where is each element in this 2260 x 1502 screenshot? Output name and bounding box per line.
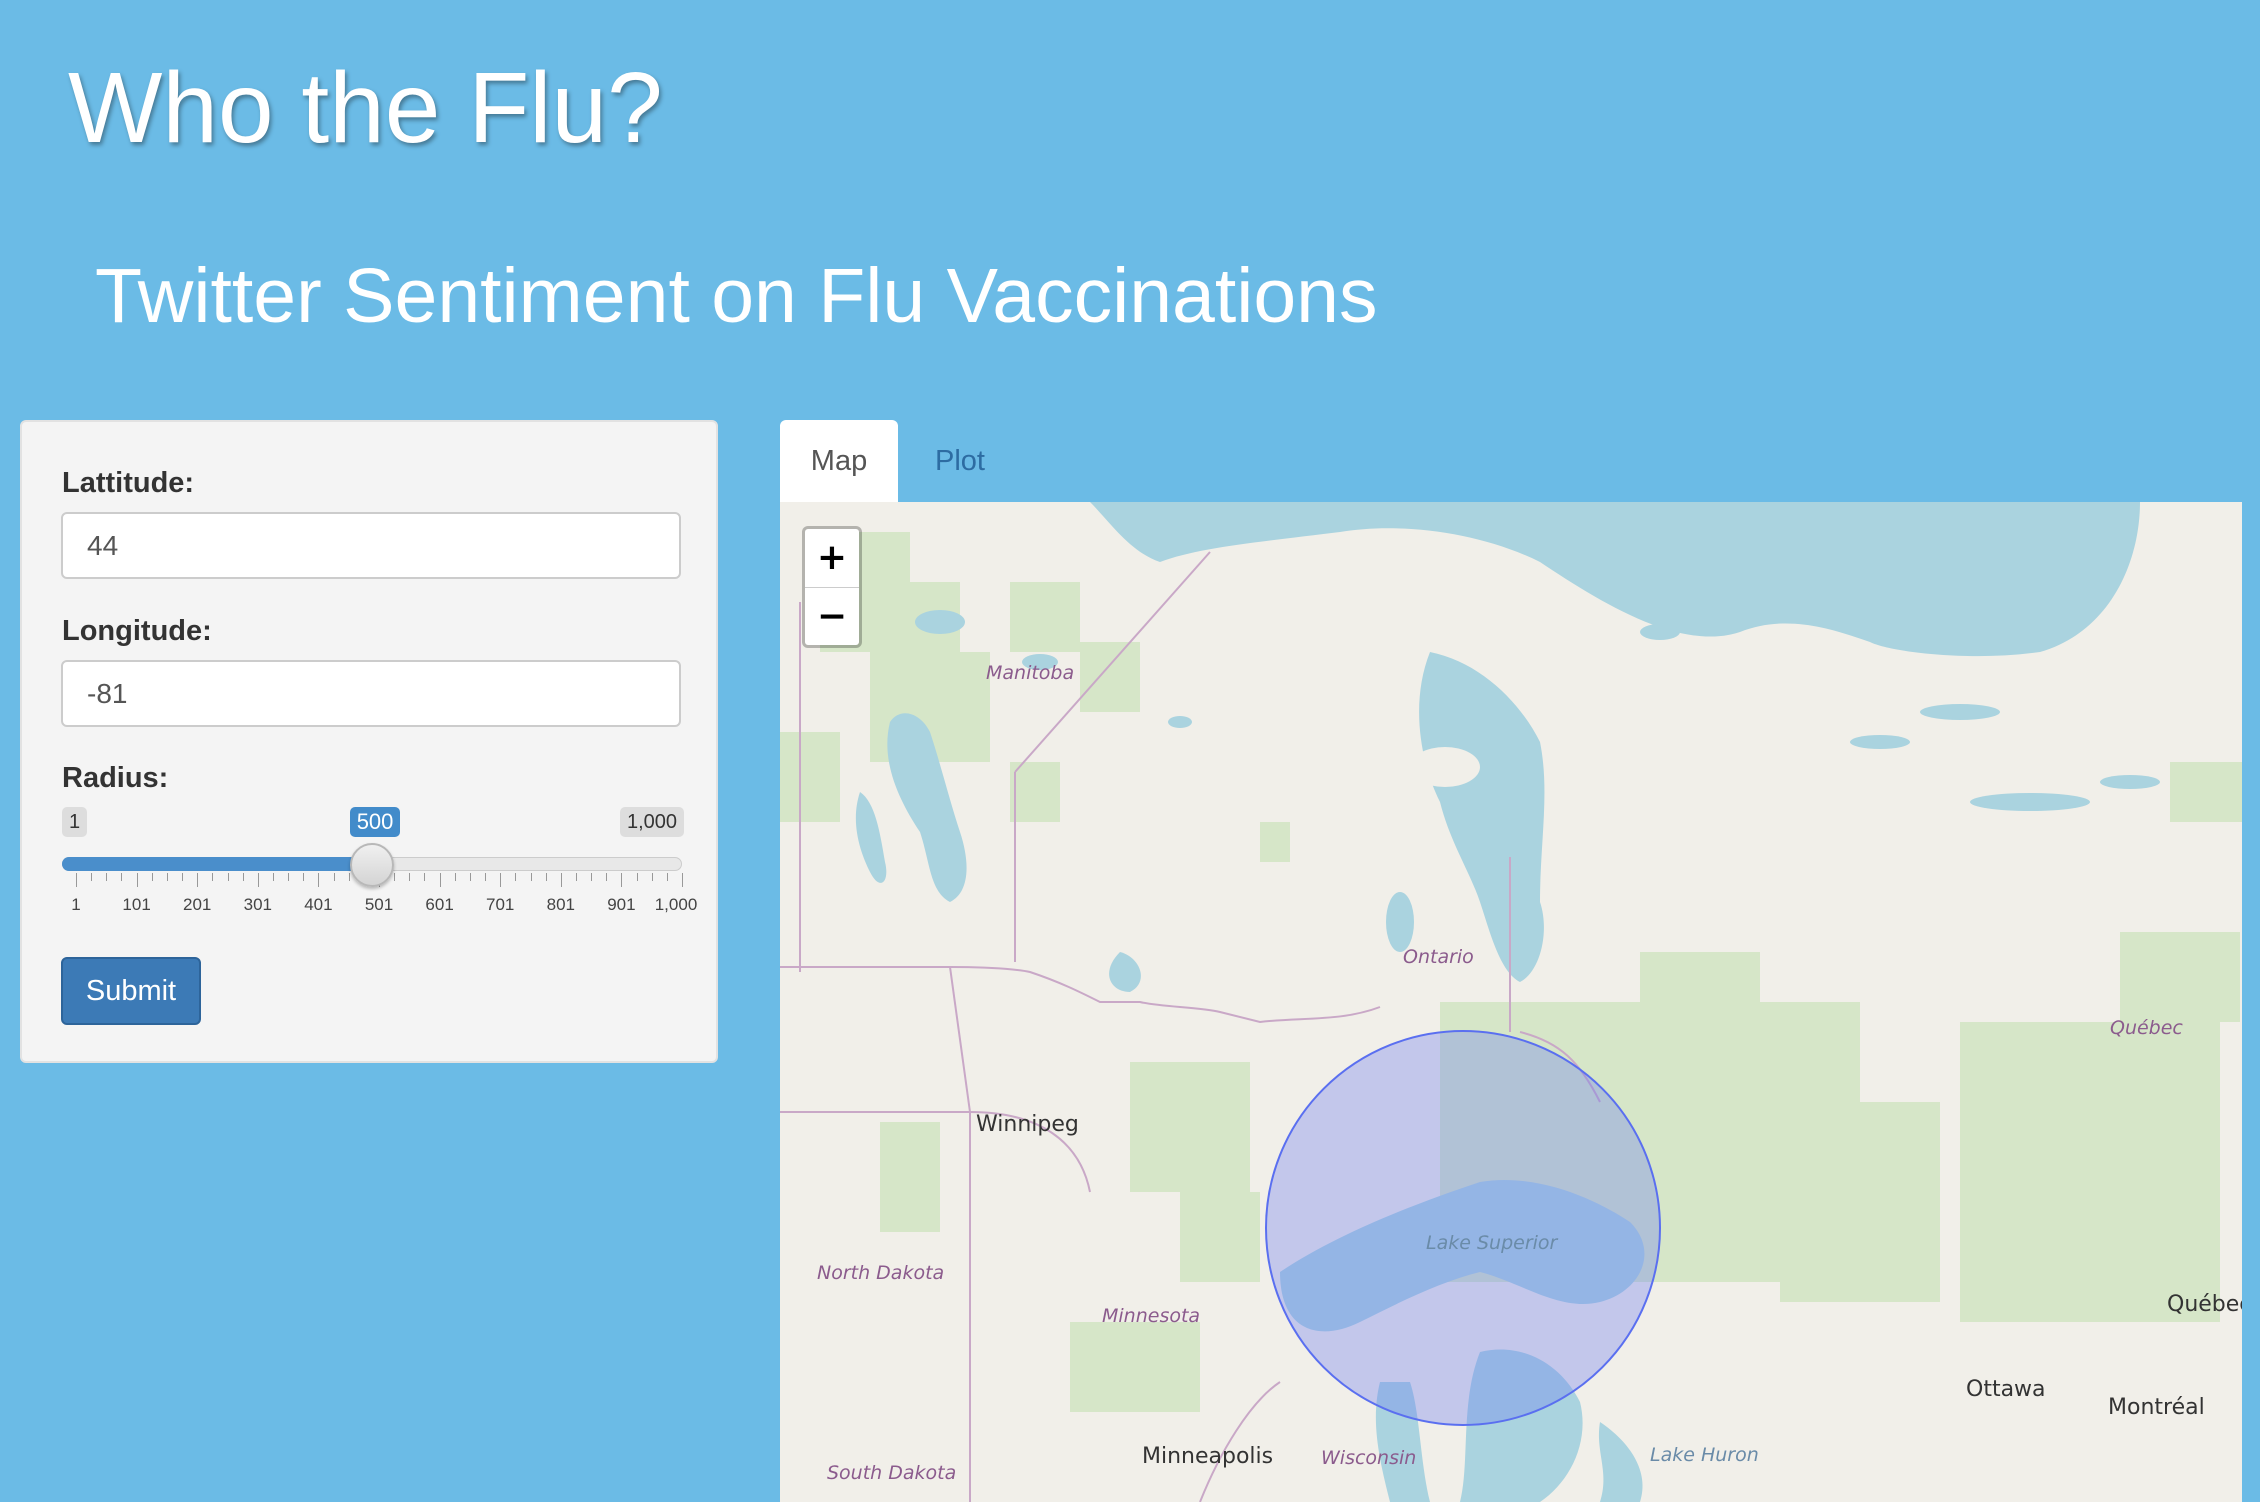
slider-minor-tick — [272, 873, 274, 881]
city-minneapolis: Minneapolis — [1142, 1444, 1274, 1469]
label-lake-huron: Lake Huron — [1650, 1444, 1759, 1466]
slider-minor-tick — [515, 873, 517, 881]
slider-minor-tick — [666, 873, 668, 881]
slider-minor-tick — [121, 873, 123, 881]
slider-minor-tick — [166, 873, 168, 881]
slider-tick-label: 1 — [71, 895, 81, 914]
tab-map[interactable]: Map — [780, 420, 898, 502]
slider-minor-tick — [409, 873, 411, 881]
slider-minor-tick — [424, 873, 426, 881]
slider-major-tick — [136, 873, 138, 887]
slider-tick-label: 701 — [486, 895, 515, 914]
slider-minor-tick — [348, 873, 350, 881]
slider-minor-tick — [591, 873, 593, 881]
slider-minor-tick — [91, 873, 93, 881]
slider-major-tick — [257, 873, 259, 887]
slider-minor-tick — [106, 873, 108, 881]
label-wisconsin: Wisconsin — [1321, 1447, 1417, 1469]
radius-slider[interactable]: 1 500 1,000 1 101 201 301 401 501 601 701 801 901… — [62, 807, 702, 937]
slider-minor-tick — [227, 873, 229, 881]
slider-tick-label: 201 — [183, 895, 212, 914]
slider-major-tick — [560, 873, 562, 887]
longitude-input[interactable] — [61, 660, 681, 727]
slider-minor-tick — [303, 873, 305, 881]
slider-major-tick — [500, 873, 502, 887]
slider-fill — [62, 857, 372, 871]
slider-major-tick — [318, 873, 320, 887]
slider-tick-label: 501 — [364, 895, 394, 914]
slider-minor-tick — [151, 873, 153, 881]
slider-minor-tick — [333, 873, 335, 881]
label-manitoba: Manitoba — [986, 662, 1075, 684]
city-ottawa: Ottawa — [1966, 1377, 2046, 1402]
zoom-control: + − — [802, 526, 862, 648]
slider-tick-label: 401 — [304, 895, 333, 914]
slider-value-badge: 500 — [349, 807, 401, 837]
slider-minor-tick — [636, 873, 638, 881]
app-subtitle: Twitter Sentiment on Flu Vaccinations — [95, 253, 1378, 339]
slider-minor-tick — [530, 873, 532, 881]
label-south-dakota: South Dakota — [827, 1462, 957, 1484]
app-title: Who the Flu? — [68, 52, 663, 164]
label-minnesota: Minnesota — [1102, 1305, 1201, 1327]
zoom-in-button[interactable]: + — [805, 529, 859, 588]
zoom-out-button[interactable]: − — [805, 588, 859, 646]
label-north-dakota: North Dakota — [817, 1262, 945, 1284]
slider-minor-tick — [288, 873, 290, 881]
city-quebec: Québec — [2167, 1292, 2242, 1317]
slider-tick-label: 1,000 — [654, 895, 698, 914]
radius-label: Radius: — [62, 762, 169, 794]
slider-major-tick — [682, 873, 683, 887]
slider-tick-label: 601 — [425, 895, 454, 914]
slider-handle[interactable] — [349, 843, 394, 887]
slider-minor-tick — [394, 873, 396, 881]
label-ontario: Ontario — [1403, 946, 1474, 968]
slider-minor-tick — [606, 873, 608, 881]
slider-tick-label: 101 — [122, 895, 151, 914]
slider-minor-tick — [545, 873, 547, 881]
map-tiles — [780, 502, 2242, 1502]
slider-minor-tick — [242, 873, 244, 881]
slider-minor-tick — [212, 873, 214, 881]
tab-plot[interactable]: Plot — [905, 420, 1015, 502]
slider-tick-label: 801 — [546, 895, 575, 914]
slider-minor-tick — [575, 873, 577, 881]
city-montreal: Montréal — [2108, 1395, 2205, 1420]
map-view[interactable]: + − Manitoba Ontario Québec North Dakota… — [780, 502, 2242, 1502]
submit-button[interactable]: Submit — [61, 957, 201, 1025]
longitude-label: Longitude: — [62, 615, 212, 647]
slider-max-badge: 1,000 — [620, 807, 685, 837]
label-lake-superior: Lake Superior — [1426, 1232, 1558, 1254]
slider-major-tick — [76, 873, 77, 887]
slider-major-tick — [439, 873, 441, 887]
slider-minor-tick — [182, 873, 184, 881]
slider-minor-tick — [651, 873, 653, 881]
slider-major-tick — [197, 873, 199, 887]
latitude-input[interactable] — [61, 512, 681, 579]
slider-tick-label: 301 — [243, 895, 272, 914]
sidebar-panel: Lattitude: Longitude: Radius: 1 500 1,00… — [20, 420, 718, 1063]
slider-minor-tick — [469, 873, 471, 881]
latitude-label: Lattitude: — [62, 467, 195, 499]
slider-major-tick — [621, 873, 623, 887]
slider-minor-tick — [485, 873, 487, 881]
city-winnipeg: Winnipeg — [976, 1112, 1079, 1137]
slider-tick-label: 901 — [607, 895, 636, 914]
slider-minor-tick — [454, 873, 456, 881]
slider-min-badge: 1 — [62, 807, 88, 837]
label-quebec-region: Québec — [2110, 1017, 2183, 1039]
